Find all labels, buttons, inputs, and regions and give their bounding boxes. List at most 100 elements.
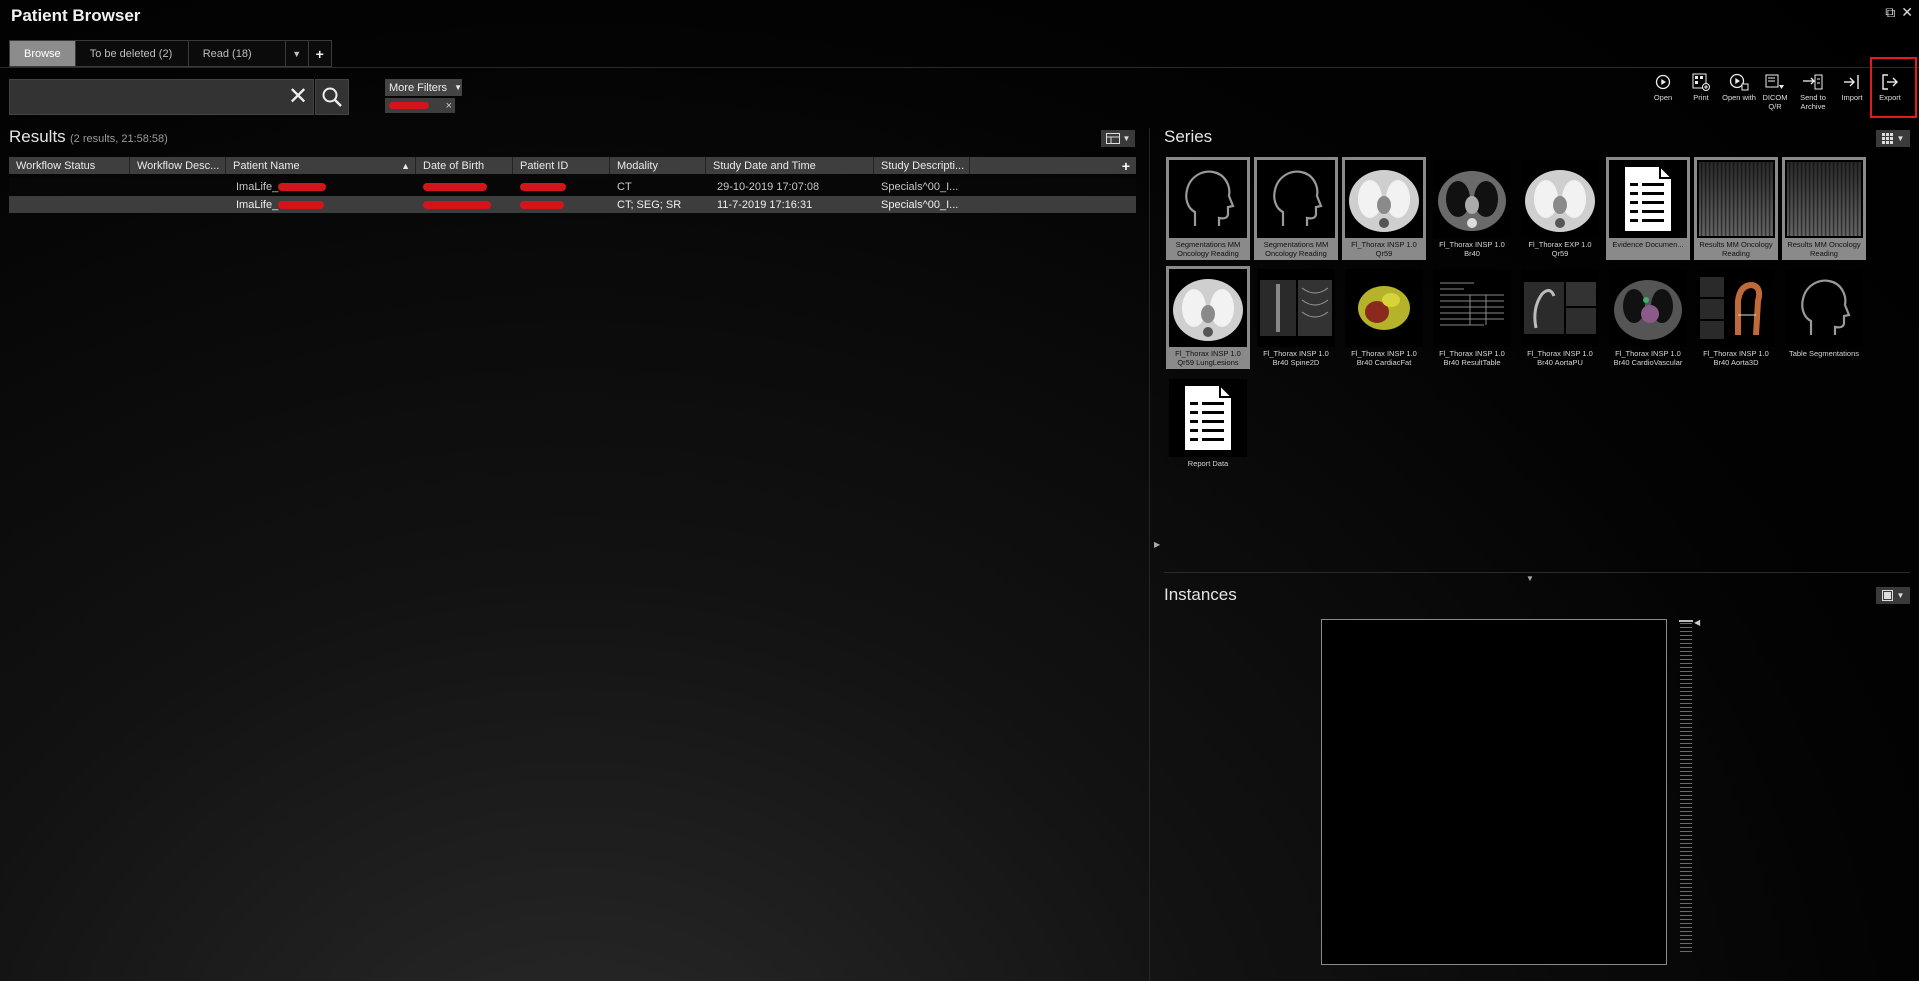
head-silhouette-image bbox=[1169, 160, 1247, 238]
lung-ct-image bbox=[1521, 160, 1599, 238]
col-modality[interactable]: Modality bbox=[610, 157, 706, 174]
patient-name-text: ImaLife_ bbox=[236, 198, 279, 211]
document-image bbox=[1609, 160, 1687, 238]
single-view-icon bbox=[1881, 590, 1893, 601]
open-label: Open bbox=[1653, 93, 1673, 102]
series-thumbnail[interactable]: Fl_Thorax INSP 1.0 Br40 AortaPU bbox=[1518, 266, 1602, 369]
search-button[interactable] bbox=[315, 79, 349, 115]
cell-patient-id bbox=[513, 196, 610, 213]
restore-window-icon[interactable]: ⧉ bbox=[1885, 4, 1895, 21]
series-thumbnail[interactable]: Segmentations MM Oncology Reading bbox=[1254, 157, 1338, 260]
add-tab-button[interactable]: + bbox=[307, 40, 332, 67]
lung-ct-dark-image bbox=[1433, 160, 1511, 238]
series-caption: Fl_Thorax EXP 1.0 Qr59 bbox=[1528, 240, 1592, 258]
resize-down-icon[interactable]: ▼ bbox=[1526, 574, 1534, 583]
col-workflow-desc[interactable]: Workflow Desc... bbox=[130, 157, 226, 174]
series-caption: Fl_Thorax INSP 1.0 Br40 ResultTable bbox=[1439, 349, 1505, 367]
add-column-button[interactable]: + bbox=[1116, 157, 1136, 174]
head-silhouette-image bbox=[1257, 160, 1335, 238]
import-icon bbox=[1844, 75, 1859, 89]
series-thumbnail[interactable]: Fl_Thorax INSP 1.0 Br40 Aorta3D bbox=[1694, 266, 1778, 369]
series-caption: Fl_Thorax INSP 1.0 Qr59 bbox=[1351, 240, 1417, 258]
stripes-image bbox=[1697, 160, 1775, 238]
col-workflow-status[interactable]: Workflow Status bbox=[9, 157, 130, 174]
more-filters-dropdown[interactable]: More Filters ▼ bbox=[385, 79, 462, 96]
dicom-qr-icon bbox=[1765, 74, 1784, 89]
col-study-datetime[interactable]: Study Date and Time bbox=[706, 157, 874, 174]
series-thumbnail[interactable]: Fl_Thorax EXP 1.0 Qr59 bbox=[1518, 157, 1602, 260]
table-row[interactable]: ImaLife_ CT; SEG; SR 11-7-2019 17:16:31 … bbox=[9, 196, 1136, 213]
more-filters-label: More Filters bbox=[389, 81, 448, 94]
print-label: Print bbox=[1693, 93, 1709, 102]
series-thumbnail[interactable]: Results MM Oncology Reading bbox=[1782, 157, 1866, 260]
redaction-mark bbox=[278, 182, 327, 191]
tab-to-be-deleted[interactable]: To be deleted (2) bbox=[74, 40, 188, 67]
series-thumbnail[interactable]: Fl_Thorax INSP 1.0 Qr59 LungLesions bbox=[1166, 266, 1250, 369]
open-with-button[interactable]: Open with bbox=[1721, 72, 1757, 102]
col-patient-name[interactable]: Patient Name ▲ bbox=[226, 157, 416, 174]
series-thumbnail[interactable]: Fl_Thorax INSP 1.0 Br40 CardiacFat bbox=[1342, 266, 1426, 369]
series-thumbnail[interactable]: Results MM Oncology Reading bbox=[1694, 157, 1778, 260]
cell-study-datetime: 11-7-2019 17:16:31 bbox=[717, 198, 813, 211]
search-input[interactable] bbox=[9, 79, 314, 115]
series-caption: Table Segmentations bbox=[1788, 349, 1860, 358]
series-thumbnail[interactable]: Segmentations MM Oncology Reading bbox=[1166, 157, 1250, 260]
print-button[interactable]: Print bbox=[1683, 72, 1719, 102]
col-dob[interactable]: Date of Birth bbox=[416, 157, 513, 174]
series-thumbnail[interactable]: Fl_Thorax INSP 1.0 Br40 CardioVascular bbox=[1606, 266, 1690, 369]
col-study-desc[interactable]: Study Descripti... bbox=[874, 157, 970, 174]
search-icon bbox=[322, 87, 342, 107]
series-thumbnail[interactable]: Report Data bbox=[1166, 376, 1250, 479]
table-row[interactable]: ImaLife_ CT 29-10-2019 17:07:08 Specials… bbox=[9, 178, 1136, 195]
window-controls: ⧉ ✕ bbox=[1885, 4, 1913, 21]
collapse-panel-icon[interactable]: ▶ bbox=[1154, 540, 1160, 549]
aorta-3d-image bbox=[1697, 269, 1775, 347]
open-button[interactable]: Open bbox=[1645, 72, 1681, 102]
series-caption: Segmentations MM Oncology Reading bbox=[1175, 240, 1241, 258]
tab-read[interactable]: Read (18) bbox=[187, 40, 285, 67]
series-caption: Segmentations MM Oncology Reading bbox=[1263, 240, 1329, 258]
spine-image bbox=[1257, 269, 1335, 347]
cell-dob bbox=[416, 196, 513, 213]
chevron-down-icon: ▼ bbox=[454, 83, 462, 92]
sort-ascending-icon: ▲ bbox=[401, 160, 410, 171]
series-title: Series bbox=[1164, 127, 1213, 146]
series-thumbnail[interactable]: Fl_Thorax INSP 1.0 Qr59 bbox=[1342, 157, 1426, 260]
chevron-down-icon: ▼ bbox=[1896, 591, 1905, 600]
divider bbox=[1164, 572, 1910, 573]
instances-view-button[interactable]: ▼ bbox=[1876, 587, 1910, 604]
dicom-qr-button[interactable]: DICOM Q/R bbox=[1757, 72, 1793, 111]
results-view-button[interactable]: ▼ bbox=[1101, 130, 1135, 147]
tab-browse[interactable]: Browse bbox=[9, 40, 75, 67]
tab-dropdown-button[interactable]: ▼ bbox=[284, 40, 308, 67]
close-window-icon[interactable]: ✕ bbox=[1901, 4, 1913, 21]
cell-study-datetime: 29-10-2019 17:07:08 bbox=[717, 180, 820, 193]
chevron-down-icon: ▼ bbox=[1122, 134, 1131, 143]
scroll-handle[interactable] bbox=[1679, 620, 1693, 622]
cardio-image bbox=[1609, 269, 1687, 347]
series-thumbnail[interactable]: Fl_Thorax INSP 1.0 Br40 bbox=[1430, 157, 1514, 260]
series-thumbnail[interactable]: Evidence Documen... bbox=[1606, 157, 1690, 260]
cell-workflow-desc bbox=[130, 178, 226, 195]
series-caption: Evidence Documen... bbox=[1612, 240, 1684, 249]
document-image bbox=[1169, 379, 1247, 457]
redacted-filter-value bbox=[389, 102, 429, 109]
import-button[interactable]: Import bbox=[1834, 72, 1870, 102]
series-view-button[interactable]: ▼ bbox=[1876, 130, 1910, 147]
grid-view-icon bbox=[1881, 133, 1893, 144]
open-with-label: Open with bbox=[1722, 93, 1756, 102]
series-caption: Results MM Oncology Reading bbox=[1787, 240, 1861, 258]
instance-viewer[interactable] bbox=[1321, 619, 1667, 965]
col-patient-id[interactable]: Patient ID bbox=[513, 157, 610, 174]
clear-search-icon[interactable]: ✕ bbox=[285, 82, 311, 112]
instance-scrollbar[interactable] bbox=[1680, 623, 1692, 954]
series-thumbnail[interactable]: Fl_Thorax INSP 1.0 Br40 Spine2D bbox=[1254, 266, 1338, 369]
panel-splitter[interactable] bbox=[1149, 128, 1150, 981]
archive-icon bbox=[1803, 74, 1823, 90]
stripes-image bbox=[1785, 160, 1863, 238]
send-to-archive-button[interactable]: Send to Archive bbox=[1795, 72, 1831, 111]
remove-filter-icon[interactable]: × bbox=[446, 100, 452, 112]
scroll-pointer-icon: ◀ bbox=[1694, 618, 1701, 627]
series-thumbnail[interactable]: Fl_Thorax INSP 1.0 Br40 ResultTable bbox=[1430, 266, 1514, 369]
series-thumbnail[interactable]: Table Segmentations bbox=[1782, 266, 1866, 369]
